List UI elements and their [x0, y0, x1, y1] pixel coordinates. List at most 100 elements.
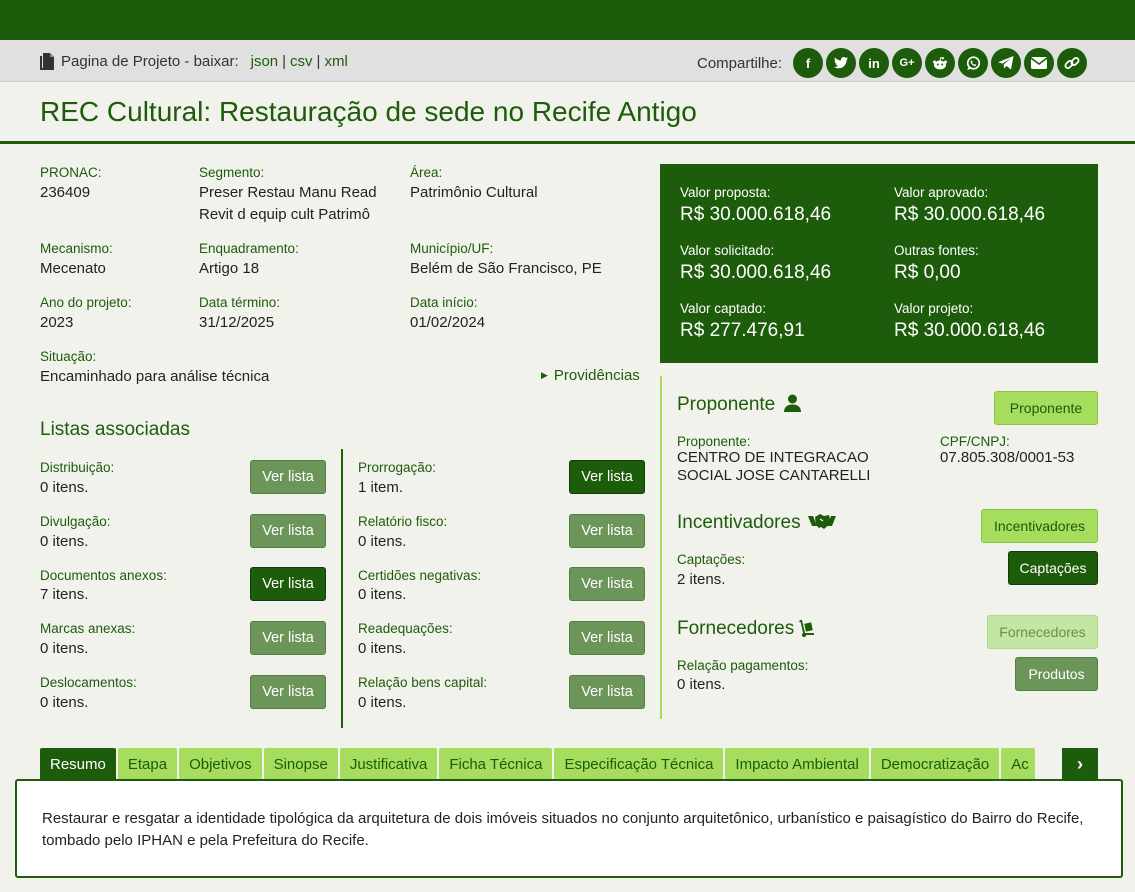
list-item-label: Deslocamentos:	[40, 675, 137, 690]
listas-title: Listas associadas	[40, 419, 190, 440]
list-item-label: Relação bens capital:	[358, 675, 488, 690]
pronac-label: PRONAC:	[40, 165, 102, 180]
ver-lista-marcas-button[interactable]: Ver lista	[250, 621, 326, 655]
fornecedores-button[interactable]: Fornecedores	[987, 615, 1098, 649]
cnpj-value: 07.805.308/0001-53	[940, 449, 1075, 466]
page-title: REC Cultural: Restauração de sede no Rec…	[40, 96, 697, 127]
enquadramento-label: Enquadramento:	[199, 241, 299, 256]
pagamentos-count: 0 itens.	[677, 676, 726, 693]
download-share-bar: Pagina de Projeto - baixar: json | csv |…	[0, 40, 1135, 82]
google-plus-icon[interactable]: G+	[892, 48, 923, 78]
termino-label: Data término:	[199, 295, 281, 310]
list-item-label: Divulgação:	[40, 514, 111, 529]
tab-bar: Resumo Etapa Objetivos Sinopse Justifica…	[40, 748, 1037, 780]
ver-lista-divulgacao-button[interactable]: Ver lista	[250, 514, 326, 548]
share-bar: Compartilhe: f in G+	[697, 48, 1088, 78]
proponente-name-label: Proponente:	[677, 434, 751, 449]
captacoes-label: Captações:	[677, 552, 746, 567]
facebook-icon[interactable]: f	[793, 48, 824, 78]
municipio-label: Município/UF:	[410, 241, 494, 256]
incentivadores-button[interactable]: Incentivadores	[981, 509, 1098, 543]
resumo-text: Restaurar e resgatar a identidade tipoló…	[42, 810, 1084, 849]
segmento-value-line2: Revit d equip cult Patrimô	[199, 206, 370, 223]
area-value: Patrimônio Cultural	[410, 184, 538, 201]
download-json-link[interactable]: json	[251, 53, 279, 70]
download-csv-link[interactable]: csv	[290, 53, 313, 70]
list-item-count: 0 itens.	[40, 533, 89, 550]
valor-projeto-value: R$ 30.000.618,46	[894, 320, 1046, 341]
cnpj-label: CPF/CNPJ:	[940, 434, 1010, 449]
tab-resumo[interactable]: Resumo	[40, 748, 116, 780]
chevron-right-icon[interactable]: ›	[1062, 748, 1098, 780]
pagamentos-label: Relação pagamentos:	[677, 658, 809, 673]
inicio-value: 01/02/2024	[410, 314, 486, 331]
list-item-label: Distribuição:	[40, 460, 115, 475]
list-item-count: 0 itens.	[40, 694, 89, 711]
email-icon[interactable]	[1024, 48, 1055, 78]
produtos-button[interactable]: Produtos	[1015, 657, 1098, 691]
link-icon[interactable]	[1057, 48, 1088, 78]
ver-lista-readequacoes-button[interactable]: Ver lista	[569, 621, 645, 655]
ano-label: Ano do projeto:	[40, 295, 132, 310]
inicio-label: Data início:	[410, 295, 478, 310]
reddit-icon[interactable]	[925, 48, 956, 78]
tab-ficha-tecnica[interactable]: Ficha Técnica	[439, 748, 553, 780]
listas-divider	[341, 449, 343, 728]
area-label: Área:	[410, 165, 443, 180]
ver-lista-certidoes-button[interactable]: Ver lista	[569, 567, 645, 601]
providencias-toggle[interactable]: ▶ Providências	[541, 367, 640, 384]
tab-objetivos[interactable]: Objetivos	[179, 748, 262, 780]
enquadramento-value: Artigo 18	[199, 260, 260, 277]
tab-democratizacao[interactable]: Democratização	[870, 748, 1000, 780]
ver-lista-bens-capital-button[interactable]: Ver lista	[569, 675, 645, 709]
proponente-name-line1: CENTRO DE INTEGRACAO	[677, 449, 869, 466]
tab-sinopse[interactable]: Sinopse	[263, 748, 338, 780]
tab-impacto-ambiental[interactable]: Impacto Ambiental	[725, 748, 869, 780]
top-header-bar	[0, 0, 1135, 40]
twitter-icon[interactable]	[826, 48, 857, 78]
list-item-label: Documentos anexos:	[40, 568, 167, 583]
list-item-count: 1 item.	[358, 479, 404, 496]
valor-projeto-label: Valor projeto:	[894, 301, 974, 316]
share-label: Compartilhe:	[697, 54, 783, 72]
situacao-value: Encaminhado para análise técnica	[40, 368, 270, 385]
ano-value: 2023	[40, 314, 74, 331]
proponente-name-line2: SOCIAL JOSE CANTARELLI	[677, 467, 871, 484]
valor-solicitado-value: R$ 30.000.618,46	[680, 262, 832, 283]
termino-value: 31/12/2025	[199, 314, 275, 331]
valor-captado-value: R$ 277.476,91	[680, 320, 805, 341]
captacoes-count: 2 itens.	[677, 571, 726, 588]
user-icon	[784, 394, 801, 412]
mecanismo-value: Mecenato	[40, 260, 106, 277]
whatsapp-icon[interactable]	[958, 48, 989, 78]
list-item-count: 0 itens.	[358, 533, 407, 550]
ver-lista-documentos-button[interactable]: Ver lista	[250, 567, 326, 601]
ver-lista-relatorio-fisco-button[interactable]: Ver lista	[569, 514, 645, 548]
valor-solicitado-label: Valor solicitado:	[680, 243, 775, 258]
tab-etapa[interactable]: Etapa	[117, 748, 178, 780]
separator: |	[282, 53, 287, 70]
ver-lista-prorrogacao-button[interactable]: Ver lista	[569, 460, 645, 494]
telegram-icon[interactable]	[991, 48, 1022, 78]
valor-captado-label: Valor captado:	[680, 301, 767, 316]
linkedin-icon[interactable]: in	[859, 48, 890, 78]
captacoes-button[interactable]: Captações	[1008, 551, 1098, 585]
proponente-button[interactable]: Proponente	[994, 391, 1098, 425]
ver-lista-deslocamentos-button[interactable]: Ver lista	[250, 675, 326, 709]
handshake-icon	[808, 514, 836, 529]
separator: |	[316, 53, 321, 70]
tab-justificativa[interactable]: Justificativa	[339, 748, 438, 780]
valor-aprovado-label: Valor aprovado:	[894, 185, 989, 200]
incentivadores-title: Incentivadores	[677, 512, 801, 533]
values-panel: Valor proposta: R$ 30.000.618,46 Valor a…	[660, 164, 1098, 363]
download-xml-link[interactable]: xml	[324, 53, 347, 70]
list-item-count: 0 itens.	[40, 640, 89, 657]
outras-fontes-value: R$ 0,00	[894, 262, 961, 283]
list-item-count: 7 itens.	[40, 586, 89, 603]
municipio-value: Belém de São Francisco, PE	[410, 260, 602, 277]
title-section: REC Cultural: Restauração de sede no Rec…	[0, 82, 1135, 144]
tab-especificacao-tecnica[interactable]: Especificação Técnica	[554, 748, 724, 780]
ver-lista-distribuicao-button[interactable]: Ver lista	[250, 460, 326, 494]
tab-acessibilidade[interactable]: Ac	[1001, 748, 1036, 780]
list-item-count: 0 itens.	[358, 640, 407, 657]
